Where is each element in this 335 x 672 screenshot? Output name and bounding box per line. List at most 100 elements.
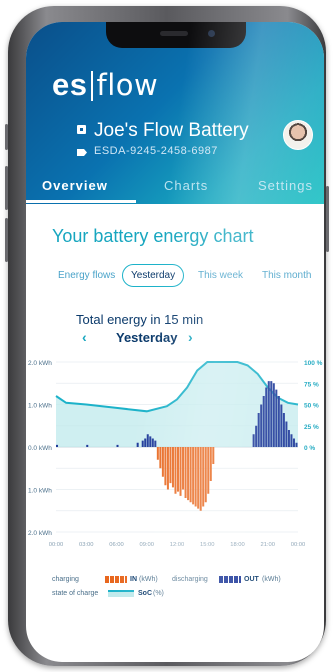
y-left-tick: 1.0 kWh	[28, 403, 52, 410]
legend-soc-name: SoC	[138, 590, 152, 597]
bar-out	[295, 442, 298, 447]
chevron-right-icon[interactable]: ›	[188, 329, 193, 345]
bar-in	[199, 447, 202, 511]
tab-settings[interactable]: Settings	[258, 178, 313, 193]
bar-out	[257, 413, 260, 447]
bar-in	[187, 447, 190, 501]
bar-in	[204, 447, 207, 503]
bar-out	[151, 438, 154, 447]
y-left-tick: 1.0 kWh	[28, 488, 52, 495]
bar-in	[202, 447, 205, 507]
y-right-tick: 25 %	[304, 424, 319, 431]
tab-charts[interactable]: Charts	[164, 178, 208, 193]
x-tick: 15:00	[200, 542, 215, 548]
active-tab-indicator	[26, 200, 136, 203]
bar-out	[86, 444, 89, 447]
bar-in	[177, 447, 180, 492]
y-right-tick: 100 %	[304, 360, 323, 367]
bar-out	[272, 383, 275, 447]
bar-out	[144, 438, 147, 447]
user-avatar[interactable]	[283, 120, 313, 150]
battery-id: ESDA-9245-2458-6987	[94, 145, 218, 157]
bar-in	[161, 447, 164, 477]
x-tick: 18:00	[230, 542, 245, 548]
period-label: Yesterday	[116, 330, 178, 345]
x-tick: 00:00	[291, 542, 306, 548]
y-right-tick: 0 %	[304, 445, 315, 452]
bar-out	[255, 425, 258, 447]
bar-out	[285, 421, 288, 447]
bar-out	[292, 438, 295, 447]
legend-in-unit: (kWh)	[139, 576, 158, 583]
bar-out	[287, 430, 290, 447]
tag-icon	[77, 149, 87, 156]
bar-out	[260, 404, 263, 447]
filter-energy-flows[interactable]: Energy flows	[58, 270, 115, 281]
bar-in	[209, 447, 212, 481]
logo-flow: flow	[96, 68, 159, 102]
legend-out-swatch	[219, 576, 241, 583]
legend-out-label: OUT	[244, 576, 259, 583]
period-navigator: ‹ Yesterday ›	[26, 329, 324, 349]
y-right-tick: 50 %	[304, 403, 319, 410]
bar-in	[182, 447, 185, 490]
filter-yesterday[interactable]: Yesterday	[122, 264, 185, 287]
bar-out	[56, 444, 59, 447]
y-left-tick: 2.0 kWh	[28, 530, 52, 537]
bar-out	[265, 387, 268, 447]
y-left-tick: 0.0 kWh	[28, 445, 52, 452]
chart-legend: charging IN (kWh) discharging OUT (kWh) …	[26, 570, 324, 610]
logo-es: es	[52, 67, 88, 102]
bar-out	[280, 404, 283, 447]
app-logo: es flow	[52, 67, 159, 103]
x-tick: 03:00	[79, 542, 94, 548]
phone-screen: es flow Joe's Flow Battery ESDA-9245-2458…	[26, 22, 324, 662]
battery-icon	[77, 125, 86, 134]
filter-this-month[interactable]: This month	[262, 270, 311, 281]
mute-switch	[5, 124, 8, 150]
bar-out	[149, 436, 152, 447]
period-filters: Energy flows Yesterday This week This mo…	[26, 262, 324, 288]
in-series	[156, 447, 215, 511]
chevron-left-icon[interactable]: ‹	[82, 329, 87, 345]
legend-soc-swatch	[108, 590, 134, 597]
page-title: Your battery energy chart	[52, 226, 254, 246]
legend-discharging-label: discharging	[172, 576, 208, 583]
legend-in-label: IN	[130, 576, 137, 583]
bar-in	[207, 447, 210, 494]
tab-overview[interactable]: Overview	[42, 178, 108, 193]
x-tick: 00:00	[49, 542, 64, 548]
bar-out	[282, 413, 285, 447]
legend-soc-unit: (%)	[153, 590, 164, 597]
filter-this-week[interactable]: This week	[198, 270, 243, 281]
bar-in	[179, 447, 182, 496]
volume-up-button	[5, 166, 8, 210]
bar-out	[146, 434, 149, 447]
bar-out	[141, 440, 144, 447]
x-tick: 06:00	[109, 542, 124, 548]
bar-in	[159, 447, 162, 469]
battery-name[interactable]: Joe's Flow Battery	[94, 120, 249, 142]
bar-out	[270, 381, 273, 447]
bar-out	[136, 442, 139, 447]
logo-divider	[91, 71, 94, 101]
y-left-tick: 2.0 kWh	[28, 360, 52, 367]
bar-in	[197, 447, 200, 509]
bar-out	[267, 381, 270, 447]
bar-in	[194, 447, 197, 507]
bar-in	[174, 447, 177, 494]
bar-in	[212, 447, 215, 464]
bar-out	[262, 396, 265, 447]
bar-in	[192, 447, 195, 505]
bar-in	[169, 447, 172, 484]
x-tick: 21:00	[260, 542, 275, 548]
volume-down-button	[5, 218, 8, 262]
y-right-tick: 75 %	[304, 381, 319, 388]
x-tick: 12:00	[170, 542, 185, 548]
chart-title: Total energy in 15 min	[76, 312, 204, 327]
phone-frame: es flow Joe's Flow Battery ESDA-9245-2458…	[5, 6, 329, 666]
legend-out-unit: (kWh)	[262, 576, 281, 583]
bar-out	[277, 396, 280, 447]
bar-in	[166, 447, 169, 490]
legend-charging-label: charging	[52, 576, 79, 583]
